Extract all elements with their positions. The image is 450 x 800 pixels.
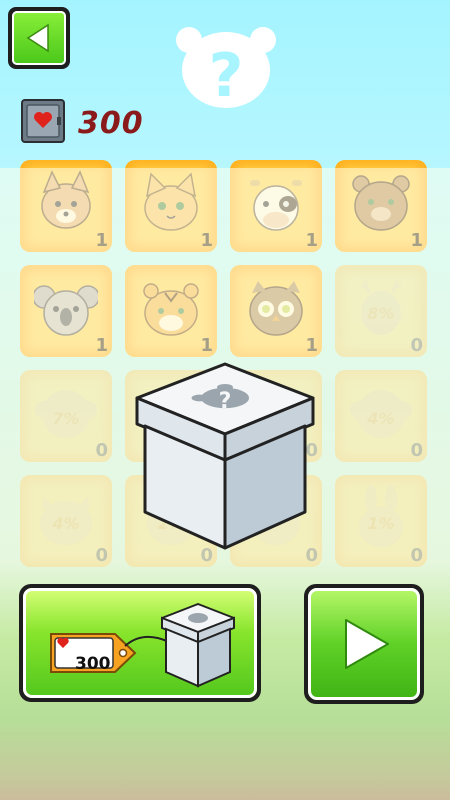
bear-question-icon: ? <box>176 27 276 111</box>
help-question-mark: ? <box>209 41 244 108</box>
back-button[interactable] <box>8 7 70 69</box>
mystery-box-small-icon <box>160 602 236 688</box>
next-button[interactable] <box>304 584 424 704</box>
price-label: 300 <box>75 654 111 674</box>
help-button[interactable]: ? <box>175 24 277 111</box>
back-arrow-icon <box>26 23 49 53</box>
mystery-box-icon: ? <box>135 362 315 552</box>
box-question-mark: ? <box>219 389 232 414</box>
safe-heart-icon <box>21 99 65 143</box>
currency-amount: 300 <box>78 106 144 141</box>
play-arrow-icon <box>345 619 389 669</box>
